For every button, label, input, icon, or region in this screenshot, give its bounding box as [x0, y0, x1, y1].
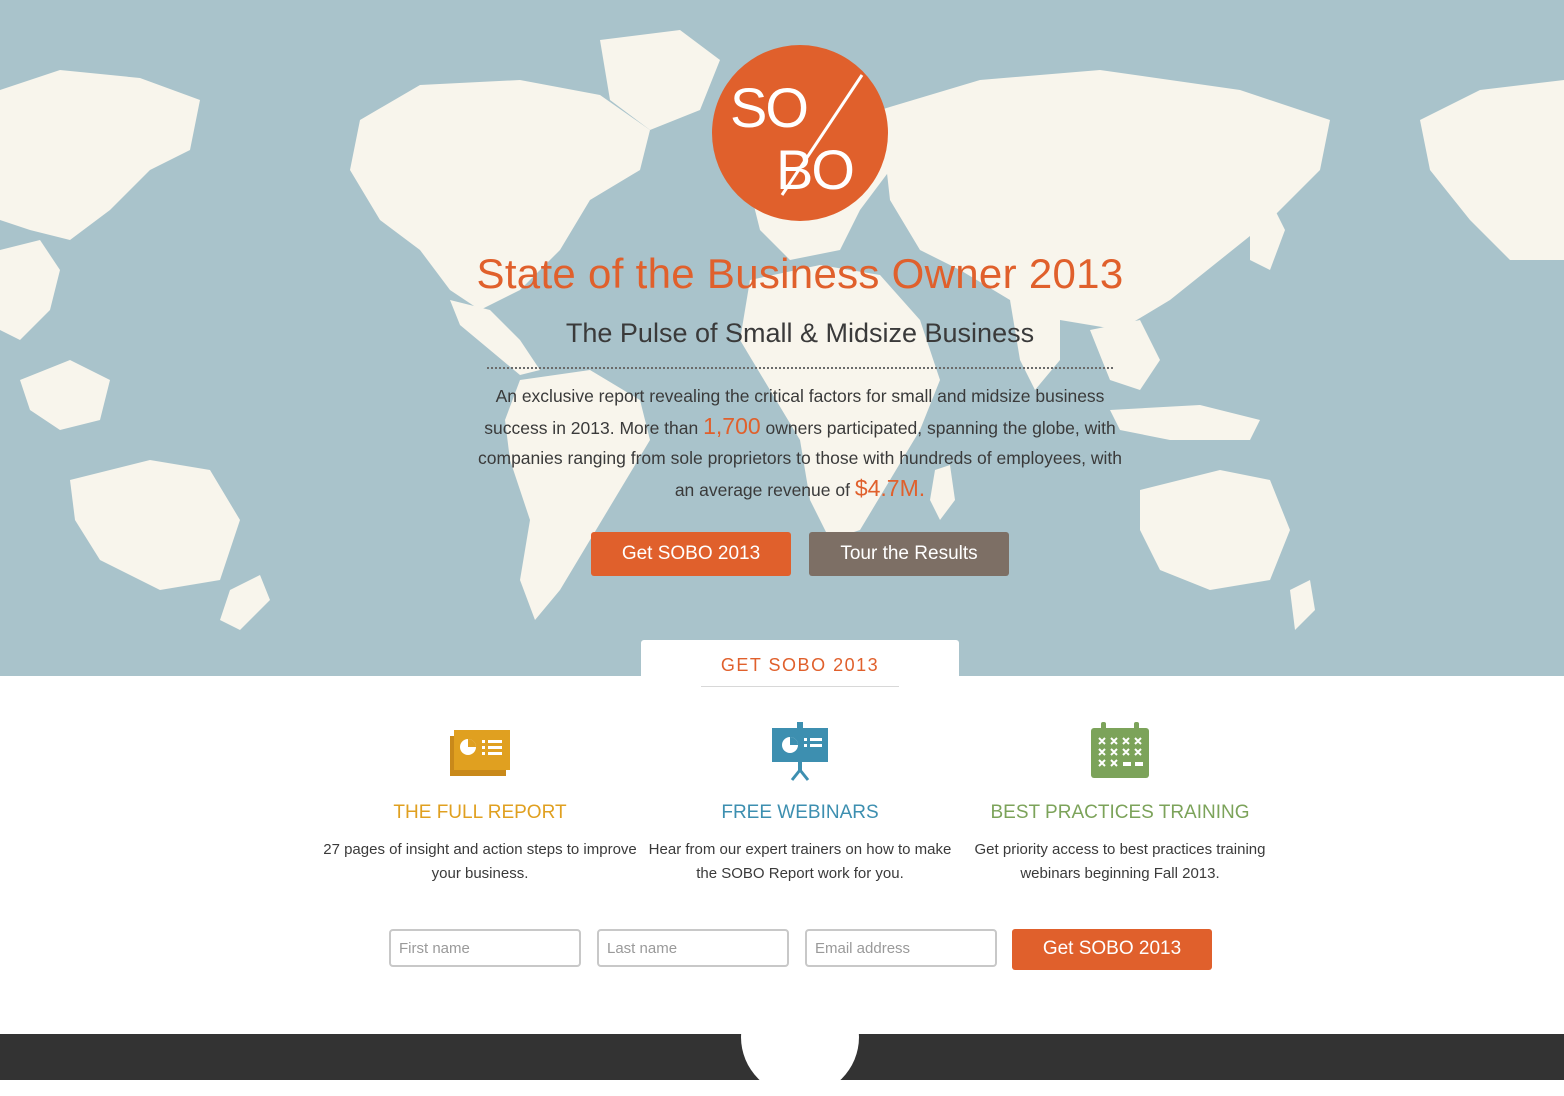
- footer-circle-tab[interactable]: [741, 978, 859, 1096]
- feature-title-webinars: FREE WEBINARS: [721, 802, 879, 823]
- feature-text-report: 27 pages of insight and action steps to …: [323, 841, 637, 882]
- sobo-logo: SO BO: [712, 45, 888, 221]
- page-subtitle: The Pulse of Small & Midsize Business: [565, 318, 1035, 348]
- page-title: State of the Business Owner 2013: [476, 250, 1124, 297]
- intro-paragraph: An exclusive report revealing the critic…: [470, 381, 1130, 505]
- hero-section: SO BO State of the Business Owner 2013 T…: [0, 0, 1564, 676]
- last-name-field[interactable]: [597, 929, 789, 967]
- dotted-divider: [487, 367, 1113, 369]
- feature-text-training: Get priority access to best practices tr…: [974, 841, 1266, 882]
- feature-text-webinars: Hear from our expert trainers on how to …: [648, 841, 952, 882]
- feature-full-report: THE FULL REPORT 27 pages of insight and …: [320, 720, 640, 886]
- tab-underline: [701, 686, 899, 687]
- participants-count: 1,700: [703, 413, 761, 439]
- logo-text-top: SO: [730, 76, 809, 139]
- report-icon: [450, 730, 510, 776]
- calendar-icon: [1091, 722, 1149, 778]
- feature-title-report: THE FULL REPORT: [393, 802, 567, 823]
- email-field[interactable]: [805, 929, 997, 967]
- feature-title-training: BEST PRACTICES TRAINING: [990, 802, 1250, 823]
- tab-get-sobo-label: GET SOBO 2013: [720, 655, 880, 675]
- average-revenue: $4.7M.: [854, 475, 926, 501]
- get-sobo-button[interactable]: Get SOBO 2013: [591, 532, 791, 576]
- submit-get-sobo-button[interactable]: Get SOBO 2013: [1012, 929, 1212, 970]
- first-name-field[interactable]: [389, 929, 581, 967]
- presentation-icon: [772, 722, 828, 781]
- feature-free-webinars: FREE WEBINARS Hear from our expert train…: [640, 720, 960, 886]
- feature-best-practices: BEST PRACTICES TRAINING Get priority acc…: [960, 720, 1280, 886]
- logo-text-bottom: BO: [776, 138, 855, 201]
- tour-results-button[interactable]: Tour the Results: [809, 532, 1009, 576]
